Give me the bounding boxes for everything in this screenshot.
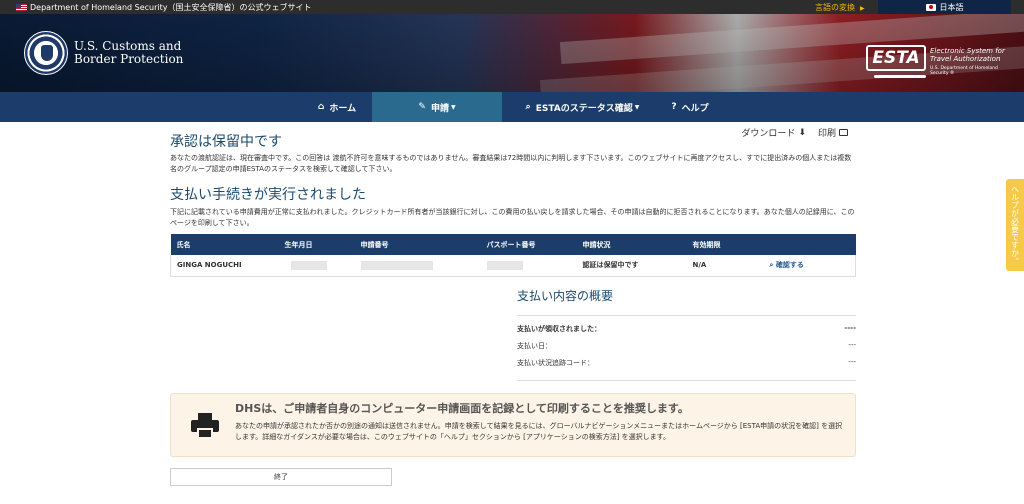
esta-logo-mark: ESTA (866, 45, 926, 71)
date-value: --- (848, 341, 856, 349)
col-passport: パスポート番号 (480, 234, 577, 255)
nav-home[interactable]: ⌂ ホーム (302, 92, 372, 122)
pending-body: あなたの渡航認証は、現在審査中です。この回答は 渡航不許可を意味するものではあり… (170, 154, 852, 173)
question-icon: ? (671, 102, 677, 112)
tracking-value: --- (848, 358, 856, 366)
summary-row-tracking: 支払い状況追跡コード： --- (517, 358, 856, 368)
summary-row-date: 支払い日： --- (517, 341, 856, 351)
col-status: 申請状況 (576, 234, 687, 255)
language-selected-label: 日本語 (939, 2, 964, 12)
cell-passport (480, 255, 577, 277)
col-app-number: 申請番号 (354, 234, 481, 255)
nav-status[interactable]: ⌕ ESTAのステータス確認 ▼ (515, 92, 650, 122)
page: { "topbar": { "site_label": "Department … (0, 0, 1024, 504)
us-flag-icon (16, 3, 27, 11)
agency-logo-text[interactable]: U.S. Customs and Border Protection (74, 40, 183, 66)
dhs-seal-icon[interactable] (24, 31, 68, 75)
esta-swoosh (874, 75, 926, 78)
redacted-block (290, 260, 327, 270)
caret-down-icon: ▼ (450, 103, 456, 111)
download-icon: ⬇ (798, 127, 806, 138)
printer-paper (197, 428, 213, 439)
nav-home-label: ホーム (329, 103, 357, 114)
header-banner: U.S. Customs and Border Protection ESTA … (0, 14, 1024, 92)
summary-row-received: 支払いが領収されました： ---- (517, 324, 856, 334)
japan-flag-icon (925, 3, 936, 11)
divider (517, 380, 856, 381)
cell-dob (278, 255, 355, 277)
pencil-icon: ✎ (418, 102, 426, 112)
language-selector[interactable]: 日本語 (878, 0, 1011, 14)
print-link[interactable]: 印刷 (818, 126, 848, 139)
payment-summary: 支払い内容の概要 支払いが領収されました： ---- 支払い日： --- 支払い… (517, 287, 856, 381)
received-label: 支払いが領収されました： (517, 325, 601, 333)
home-icon: ⌂ (317, 102, 325, 112)
nav-help-label: ヘルプ (681, 103, 709, 114)
page-tools: ダウンロード ⬇ 印刷 (741, 126, 848, 139)
printer-icon (191, 413, 219, 439)
nav-status-label: ESTAのステータス確認 (535, 103, 633, 114)
print-notice: DHSは、ご申請者自身のコンピューター申請画面を記録として印刷することを推奨しま… (170, 393, 856, 457)
main-nav: ⌂ ホーム ✎ 申請 ▼ ⌕ ESTAのステータス確認 ▼ ? ヘルプ (0, 92, 1024, 122)
agency-line2: Border Protection (74, 52, 184, 66)
application-table: 氏名 生年月日 申請番号 パスポート番号 申請状況 有効期限 GINGA NOG… (170, 234, 856, 277)
col-expiry: 有効期限 (686, 234, 764, 255)
received-value: ---- (844, 324, 856, 332)
notice-body: あなたの申請が承認されたか否かの別途の通知は送信されません。申請を検索して結果を… (235, 422, 843, 441)
col-action (763, 234, 856, 255)
divider (517, 315, 856, 316)
help-side-tab[interactable]: ヘルプが必要ですか。 (1006, 179, 1024, 271)
tracking-label: 支払い状況追跡コード： (517, 359, 594, 367)
download-label: ダウンロード (741, 129, 796, 139)
summary-title: 支払い内容の概要 (517, 289, 614, 303)
esta-line1: Electronic System for (930, 47, 1005, 55)
official-site-label: Department of Homeland Security（国土安全保障省）… (30, 2, 312, 12)
top-utility-bar: Department of Homeland Security（国土安全保障省）… (0, 0, 1024, 14)
esta-logo[interactable]: ESTA Electronic System for Travel Author… (866, 45, 1016, 89)
search-icon: ⌕ (525, 102, 531, 112)
cell-app-number (354, 255, 481, 277)
triangle-right-icon: ▶ (860, 4, 865, 12)
nav-help[interactable]: ? ヘルプ (660, 92, 720, 122)
esta-line2: Travel Authorization (930, 55, 1001, 63)
payment-body: 下記に記載されている申請費用が正常に支払われました。クレジットカード所有者が当該… (170, 208, 855, 227)
redacted-block (486, 260, 523, 270)
col-dob: 生年月日 (278, 234, 355, 255)
notice-title: DHSは、ご申請者自身のコンピューター申請画面を記録として印刷することを推奨しま… (235, 402, 689, 415)
print-icon (839, 129, 848, 136)
date-label: 支払い日： (517, 342, 552, 350)
check-link-label: 確認する (775, 261, 804, 270)
table-header-row: 氏名 生年月日 申請番号 パスポート番号 申請状況 有効期限 (170, 234, 856, 255)
redacted-block (360, 260, 433, 270)
nav-apply[interactable]: ✎ 申請 ▼ (372, 92, 502, 122)
end-button[interactable]: 終了 (170, 468, 392, 486)
col-name: 氏名 (170, 234, 279, 255)
language-change-link[interactable]: 言語の変換 ▶ (815, 2, 865, 13)
esta-logo-text: Electronic System for Travel Authorizati… (930, 47, 1005, 63)
esta-sub: U.S. Department of Homeland Security ® (930, 66, 998, 76)
cell-name: GINGA NOGUCHI (170, 255, 279, 277)
print-label: 印刷 (817, 129, 836, 139)
pending-title: 承認は保留中です (170, 134, 282, 150)
language-change-label: 言語の変換 (815, 2, 855, 12)
check-link[interactable]: ⌕ 確認する (763, 255, 856, 277)
table-row: GINGA NOGUCHI 認証は保留中です N/A ⌕ 確認する (170, 255, 856, 277)
cell-status: 認証は保留中です (576, 255, 687, 277)
printer-top (198, 413, 212, 420)
eagle-icon (41, 45, 53, 61)
payment-title: 支払い手続きが実行されました (170, 187, 366, 203)
caret-down-icon: ▼ (634, 103, 640, 111)
download-link[interactable]: ダウンロード ⬇ (741, 126, 806, 140)
nav-apply-label: 申請 (430, 103, 449, 114)
cell-expiry: N/A (686, 255, 764, 277)
